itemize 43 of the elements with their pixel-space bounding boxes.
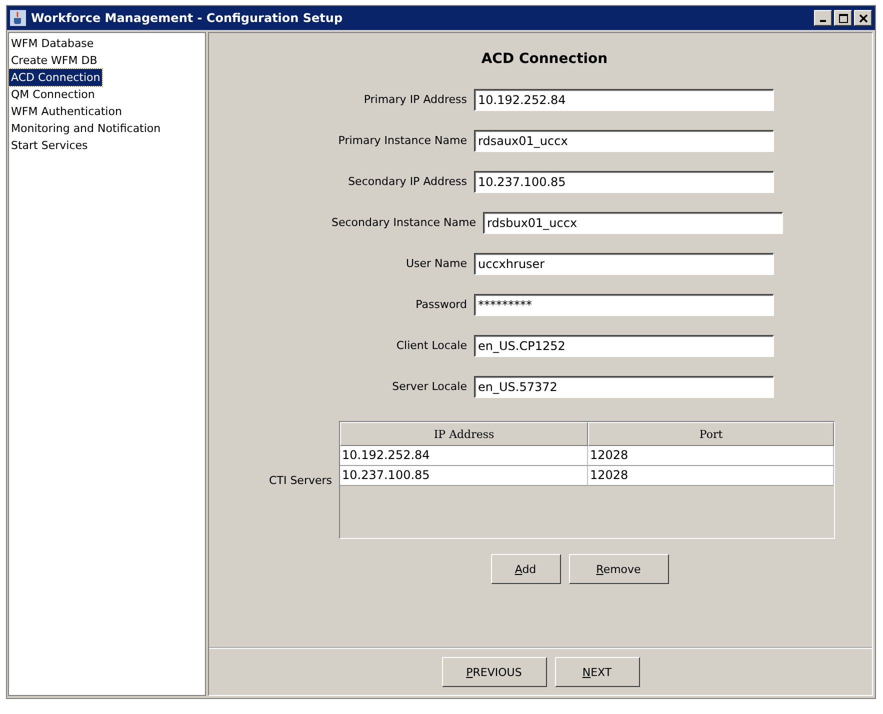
input-field[interactable]: en_US.CP1252 [474,334,774,356]
sidebar-item[interactable]: WFM Database [9,35,96,52]
maximize-icon [838,14,848,22]
input-field[interactable]: ********* [474,294,774,316]
close-icon [858,14,868,22]
section-heading: ACD Connection [480,51,609,67]
field-label: Client Locale [395,339,467,352]
close-button[interactable] [854,10,872,26]
field-label: Primary IP Address [362,93,467,106]
cup-icon [10,10,26,26]
field-label: User Name [404,257,467,270]
minimize-button[interactable] [814,10,832,26]
sidebar-item[interactable]: WFM Authentication [9,103,124,120]
nav-button[interactable]: PREVIOUS [442,657,546,687]
input-field[interactable]: 10.237.100.85 [474,170,774,192]
field-label: CTI Servers [268,474,332,486]
sidebar-item[interactable]: Create WFM DB [9,52,100,69]
table-cell: 12028 [588,466,834,486]
minimize-icon [820,20,826,22]
table-cell: 10.192.252.84 [340,446,588,466]
sidebar-item[interactable]: ACD Connection [9,69,102,86]
column-header[interactable]: IP Address [340,422,588,446]
table-cell: 10.237.100.85 [340,466,588,486]
input-field[interactable]: en_US.57372 [474,376,774,398]
field-label: Primary Instance Name [337,134,467,147]
window-title: Workforce Management - Configuration Setup [31,11,344,25]
input-field[interactable]: uccxhruser [474,252,774,274]
sidebar-item[interactable]: Monitoring and Notification [9,120,163,137]
table-cell: 12028 [588,446,834,466]
field-label: Secondary IP Address [347,175,467,188]
field-label: Server Locale [391,380,467,393]
input-field[interactable]: rdsaux01_uccx [474,130,774,152]
nav-button[interactable]: NEXT [554,657,640,687]
input-field[interactable]: rdsbux01_uccx [483,212,783,234]
sidebar-item[interactable]: QM Connection [9,86,97,103]
action-button[interactable]: Add [490,554,560,584]
maximize-button[interactable] [834,10,852,26]
field-label: Password [414,298,467,311]
column-header[interactable]: Port [588,422,834,446]
input-field[interactable]: 10.192.252.84 [474,88,774,110]
sidebar-item[interactable]: Start Services [9,137,90,154]
field-label: Secondary Instance Name [330,216,476,229]
action-button[interactable]: Remove [568,554,668,584]
